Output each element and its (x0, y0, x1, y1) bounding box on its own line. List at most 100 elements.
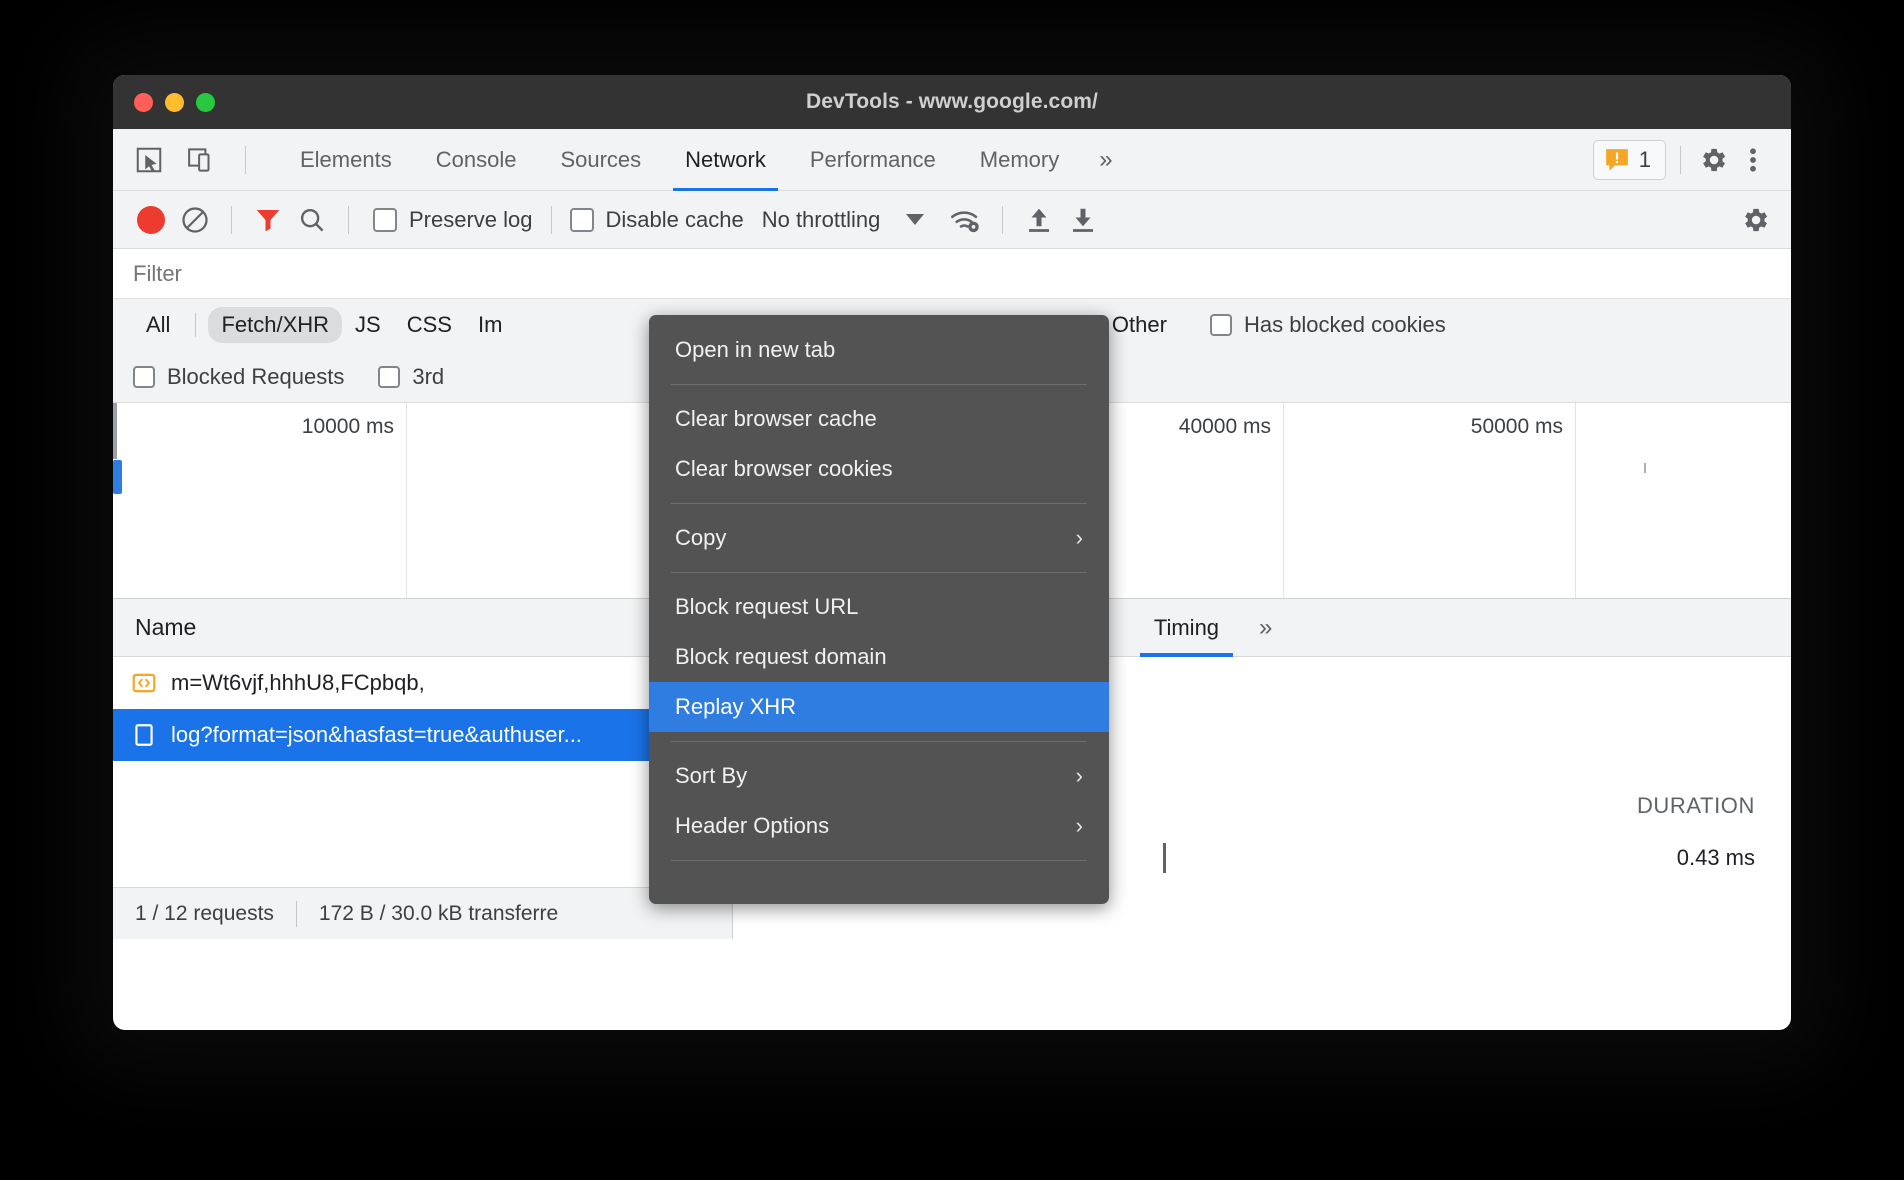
type-filter-other[interactable]: Other (1099, 307, 1180, 343)
toolbar-divider-3 (551, 206, 552, 234)
chevron-right-icon: › (1076, 813, 1083, 839)
screenshot-root: DevTools - www.google.com/ (0, 0, 1904, 1180)
toolbar-divider-1 (231, 206, 232, 234)
toolbar-divider (245, 146, 246, 174)
network-status-bar: 1 / 12 requests 172 B / 30.0 kB transfer… (113, 887, 732, 939)
overview-gridline (406, 403, 407, 598)
type-filter-img[interactable]: Im (465, 307, 515, 343)
devtools-window: DevTools - www.google.com/ (113, 75, 1791, 1030)
transferred-size: 172 B / 30.0 kB transferre (319, 902, 558, 926)
type-filter-divider (195, 313, 196, 337)
menu-item-header-options[interactable]: Header Options › (649, 801, 1109, 851)
overview-marker (1644, 463, 1646, 473)
record-button[interactable] (133, 202, 169, 238)
tab-performance[interactable]: Performance (788, 129, 958, 191)
window-title: DevTools - www.google.com/ (113, 90, 1791, 114)
kebab-menu-icon[interactable] (1735, 142, 1771, 178)
overview-tick-label: 50000 ms (1471, 415, 1575, 439)
type-filter-js[interactable]: JS (342, 307, 394, 343)
third-party-box (378, 366, 400, 388)
column-header-name: Name (135, 614, 196, 641)
overview-tick-label: 10000 ms (302, 415, 406, 439)
device-toolbar-icon[interactable] (183, 142, 219, 178)
has-blocked-cookies-label: Has blocked cookies (1244, 312, 1446, 338)
warning-icon (1604, 147, 1630, 173)
type-filter-fetch-xhr[interactable]: Fetch/XHR (208, 307, 342, 343)
disable-cache-label: Disable cache (606, 207, 744, 233)
menu-separator (671, 741, 1087, 742)
more-panels-chevron-icon[interactable]: » (1081, 146, 1130, 174)
blocked-requests-box (133, 366, 155, 388)
menu-item-sort-by[interactable]: Sort By › (649, 751, 1109, 801)
preserve-log-label: Preserve log (409, 207, 533, 233)
search-icon[interactable] (294, 202, 330, 238)
inspect-element-icon[interactable] (131, 142, 167, 178)
throttling-select[interactable]: No throttling (762, 207, 925, 233)
panel-tab-strip: Elements Console Sources Network Perform… (113, 129, 1791, 191)
table-row[interactable]: m=Wt6vjf,hhhU8,FCpbqb, (113, 657, 732, 709)
chevron-right-icon: › (1076, 525, 1083, 551)
disable-cache-box (570, 208, 594, 232)
tab-elements[interactable]: Elements (278, 129, 414, 191)
menu-separator (671, 572, 1087, 573)
type-filter-all[interactable]: All (133, 307, 183, 343)
chevron-right-icon: › (1076, 763, 1083, 789)
import-har-icon[interactable] (1021, 202, 1057, 238)
menu-item-clear-browser-cookies[interactable]: Clear browser cookies (649, 444, 1109, 494)
gear-icon[interactable] (1695, 142, 1731, 178)
menu-item-replay-xhr[interactable]: Replay XHR (649, 682, 1109, 732)
panel-tabs: Elements Console Sources Network Perform… (278, 129, 1131, 191)
overview-tick-label: 40000 ms (1179, 415, 1283, 439)
request-name: m=Wt6vjf,hhhU8,FCpbqb, (171, 670, 425, 696)
tab-memory[interactable]: Memory (958, 129, 1081, 191)
type-filter-css[interactable]: CSS (394, 307, 465, 343)
menu-item-open-in-new-tab[interactable]: Open in new tab (649, 325, 1109, 375)
tab-sources[interactable]: Sources (538, 129, 663, 191)
more-detail-tabs-chevron-icon[interactable]: » (1241, 614, 1290, 642)
tabstrip-right-actions: 1 (1593, 140, 1791, 180)
menu-separator (671, 503, 1087, 504)
inspect-toolbar (113, 142, 256, 178)
table-row[interactable]: log?format=json&hasfast=true&authuser... (113, 709, 732, 761)
request-list-header[interactable]: Name (113, 599, 732, 657)
document-icon (131, 722, 157, 748)
filter-input[interactable] (113, 261, 633, 287)
filter-bar (113, 249, 1791, 299)
warnings-count: 1 (1639, 147, 1651, 173)
tab-network[interactable]: Network (663, 129, 788, 191)
filter-icon[interactable] (250, 202, 286, 238)
menu-separator (671, 384, 1087, 385)
menu-item-copy[interactable]: Copy › (649, 513, 1109, 563)
overview-gridline (1283, 403, 1284, 598)
third-party-checkbox[interactable]: 3rd (378, 364, 444, 390)
throttling-value: No throttling (762, 207, 881, 233)
blocked-requests-label: Blocked Requests (167, 364, 344, 390)
record-icon (137, 206, 165, 234)
network-conditions-icon[interactable] (948, 202, 984, 238)
network-toolbar: Preserve log Disable cache No throttling (113, 191, 1791, 249)
menu-item-block-request-url[interactable]: Block request URL (649, 582, 1109, 632)
timing-phase-bar (1163, 843, 1166, 873)
menu-item-block-request-domain[interactable]: Block request domain (649, 632, 1109, 682)
clear-log-button[interactable] (177, 202, 213, 238)
network-settings-gear-icon[interactable] (1737, 202, 1773, 238)
overview-left-edge (113, 403, 117, 459)
menu-item-save-all-as-har[interactable] (649, 870, 1109, 894)
tabstrip-divider (1680, 146, 1681, 174)
request-rows: m=Wt6vjf,hhhU8,FCpbqb, log?format=json&h… (113, 657, 732, 887)
tab-timing[interactable]: Timing (1132, 599, 1241, 657)
tab-console[interactable]: Console (414, 129, 539, 191)
duration-column-header: DURATION (1637, 793, 1791, 819)
blocked-requests-checkbox[interactable]: Blocked Requests (133, 364, 344, 390)
disable-cache-checkbox[interactable]: Disable cache (570, 207, 744, 233)
warnings-badge[interactable]: 1 (1593, 140, 1666, 180)
preserve-log-checkbox[interactable]: Preserve log (373, 207, 533, 233)
menu-item-sort-by-label: Sort By (675, 763, 747, 789)
menu-item-clear-browser-cache[interactable]: Clear browser cache (649, 394, 1109, 444)
third-party-label: 3rd (412, 364, 444, 390)
toolbar-divider-4 (1002, 206, 1003, 234)
has-blocked-cookies-checkbox[interactable]: Has blocked cookies (1210, 312, 1446, 338)
export-har-icon[interactable] (1065, 202, 1101, 238)
overview-gridline (1575, 403, 1576, 598)
request-list-pane: Name m=Wt6vjf,hhhU8,FCpbqb, (113, 599, 733, 939)
